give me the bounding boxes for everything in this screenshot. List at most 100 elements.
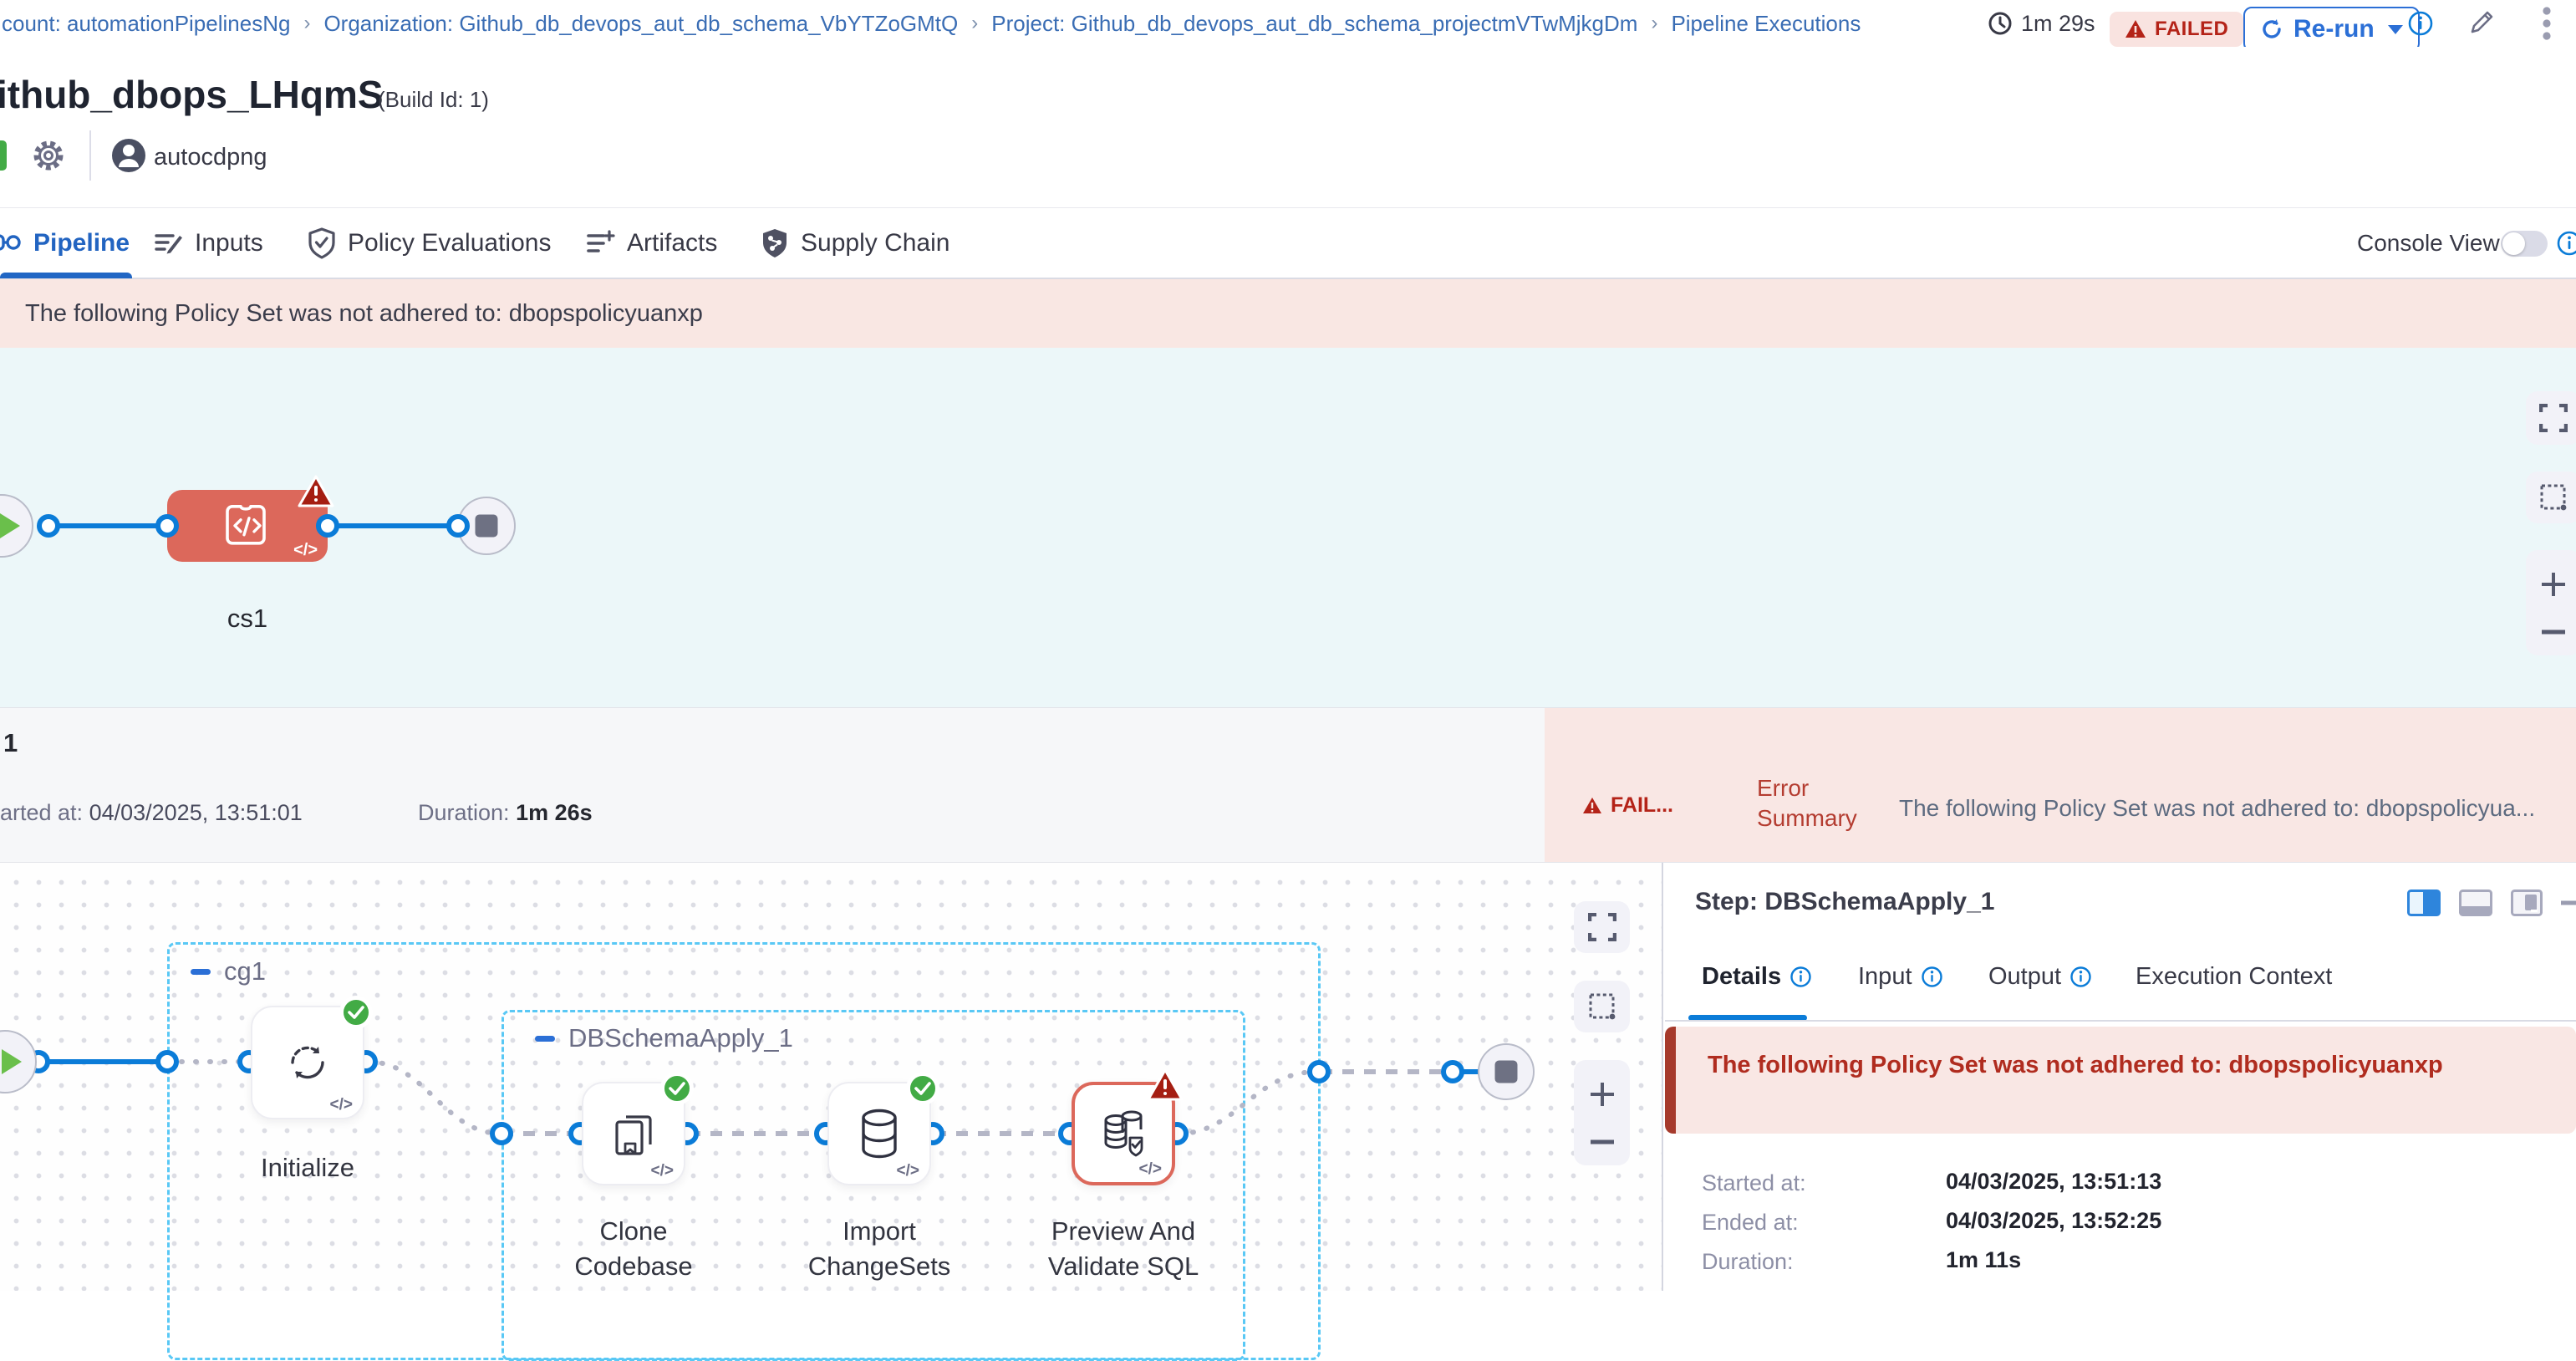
step-initialize[interactable]: </>	[251, 1006, 364, 1119]
top-header-bar: count: automationPipelinesNg › Organizat…	[0, 0, 2576, 47]
divider	[89, 130, 91, 181]
elapsed-time: 1m 29s	[1988, 0, 2095, 47]
connector-dot	[155, 514, 179, 538]
tab-policy-evaluations[interactable]: Policy Evaluations	[308, 208, 551, 278]
refresh-icon	[2260, 18, 2283, 41]
step-label-clone-codebase[interactable]: Clone Codebase	[550, 1214, 717, 1284]
execution-end-node	[1478, 1043, 1535, 1100]
tab-supply-chain[interactable]: Supply Chain	[761, 208, 949, 278]
avatar	[110, 137, 147, 174]
stage-graph-canvas[interactable]: </> cs1	[0, 348, 2576, 707]
clone-codebase-icon	[609, 1109, 658, 1159]
connector-line	[47, 523, 171, 528]
canvas-zoom-controls[interactable]	[2526, 550, 2576, 655]
panel-layout-controls	[2407, 889, 2576, 916]
tab-input[interactable]: Input	[1858, 963, 1943, 991]
stage-node-label[interactable]: cs1	[164, 604, 331, 634]
stage-name[interactable]: 1	[3, 728, 18, 758]
tab-artifacts-label: Artifacts	[627, 229, 717, 257]
detail-row-value: 04/03/2025, 13:51:13	[1946, 1169, 2161, 1195]
play-icon	[2, 1049, 22, 1074]
stage-duration: Duration: 1m 26s	[418, 800, 593, 826]
success-check-badge	[660, 1072, 694, 1105]
status-strip	[0, 140, 7, 171]
tab-supply-chain-label: Supply Chain	[801, 229, 949, 257]
panel-minimize-icon[interactable]	[2561, 900, 2576, 905]
execution-tabs: Pipeline Inputs Policy Evaluations Artif…	[0, 207, 2576, 279]
tab-output[interactable]: Output	[1988, 963, 2092, 991]
stage-error-strip: FAIL... Error Summary The following Poli…	[1545, 708, 2576, 862]
console-view-label: Console View	[2357, 208, 2500, 278]
build-id: (Build Id: 1)	[378, 87, 489, 113]
rerun-button[interactable]: Re-run	[2243, 7, 2420, 52]
duration-value: 1m 26s	[516, 800, 593, 825]
database-icon	[856, 1108, 903, 1160]
code-glyph: </>	[293, 541, 318, 560]
step-label-initialize[interactable]: Initialize	[224, 1150, 391, 1185]
divider	[1665, 1020, 2576, 1022]
console-view-toggle[interactable]	[2501, 231, 2548, 257]
layout-right-panel-icon[interactable]	[2407, 889, 2441, 916]
step-import-changesets[interactable]: </>	[827, 1082, 931, 1185]
tab-pipeline[interactable]: Pipeline	[0, 208, 130, 278]
canvas-marquee-select-button[interactable]	[2526, 472, 2576, 523]
chevron-down-icon	[2388, 25, 2403, 34]
step-error-box: The following Policy Set was not adhered…	[1665, 1027, 2576, 1134]
tab-execution-context-label: Execution Context	[2136, 963, 2332, 991]
failed-warning-icon	[298, 475, 334, 508]
breadcrumb-project[interactable]: Project: Github_db_devops_aut_db_schema_…	[991, 11, 1637, 37]
policy-banner-message: The following Policy Set was not adhered…	[25, 300, 703, 328]
supply-chain-shield-icon	[761, 227, 789, 259]
execution-info-icon[interactable]	[2407, 0, 2434, 47]
code-glyph: </>	[651, 1162, 674, 1180]
stage-node-cs1[interactable]: </>	[167, 490, 328, 562]
step-clone-codebase[interactable]: </>	[582, 1082, 685, 1185]
detail-row-label: Started at:	[1702, 1170, 1806, 1196]
success-check-badge	[906, 1072, 939, 1105]
breadcrumb-pipeline-executions[interactable]: Pipeline Executions	[1671, 11, 1861, 37]
zoom-out-icon	[2542, 630, 2565, 635]
pipeline-icon	[0, 229, 22, 257]
tab-execution-context[interactable]: Execution Context	[2136, 963, 2332, 991]
step-error-message: The following Policy Set was not adhered…	[1708, 1052, 2443, 1079]
detail-row-value: 04/03/2025, 13:52:25	[1946, 1208, 2161, 1234]
title-section: ithub_dbops_LHqmS (Build Id: 1) autocdpn…	[0, 47, 2576, 207]
tab-input-label: Input	[1858, 963, 1912, 991]
clock-icon	[1988, 11, 2013, 36]
artifacts-list-icon	[585, 229, 615, 257]
breadcrumb-account[interactable]: count: automationPipelinesNg	[2, 11, 290, 37]
detail-row-value: 1m 11s	[1946, 1247, 2021, 1273]
breadcrumb-separator-icon: ›	[1651, 12, 1657, 35]
initialize-refresh-icon	[282, 1037, 333, 1088]
tab-artifacts[interactable]: Artifacts	[585, 208, 717, 278]
error-summary-text: The following Policy Set was not adhered…	[1899, 795, 2576, 822]
elapsed-value: 1m 29s	[2021, 11, 2095, 37]
tab-inputs[interactable]: Inputs	[153, 208, 263, 278]
stop-icon	[1495, 1061, 1518, 1083]
gear-icon[interactable]	[30, 137, 67, 174]
tab-details[interactable]: Details	[1702, 963, 1812, 991]
custom-stage-icon	[221, 500, 274, 550]
breadcrumb-organization[interactable]: Organization: Github_db_devops_aut_db_sc…	[323, 11, 958, 37]
info-icon	[1921, 966, 1943, 988]
duration-label: Duration:	[418, 800, 510, 825]
more-options-kebab-icon[interactable]	[2541, 0, 2553, 47]
edit-pipeline-icon[interactable]	[2464, 0, 2497, 47]
code-glyph: </>	[1139, 1160, 1162, 1179]
canvas-fullscreen-button[interactable]	[2526, 391, 2576, 445]
rerun-label: Re-run	[2293, 15, 2375, 43]
step-label-preview-validate-sql[interactable]: Preview And Validate SQL	[1023, 1214, 1224, 1284]
execution-graph-canvas[interactable]: cg1 DBSchemaApply_1	[0, 863, 1663, 1291]
warning-triangle-icon	[1582, 797, 1602, 815]
console-view-info-icon[interactable]	[2556, 230, 2576, 257]
stage-summary-bar: 1 arted at: 04/03/2025, 13:51:01 Duratio…	[0, 707, 2576, 863]
detail-row-label: Duration:	[1702, 1249, 1794, 1275]
step-preview-validate-sql[interactable]: </>	[1072, 1082, 1175, 1185]
started-label: arted at:	[0, 800, 83, 825]
active-tab-underline	[0, 273, 132, 278]
detail-row-label: Ended at:	[1702, 1210, 1799, 1236]
layout-bottom-panel-icon[interactable]	[2459, 889, 2492, 916]
layout-floating-panel-icon[interactable]	[2511, 889, 2543, 916]
step-label-import-changesets[interactable]: Import ChangeSets	[796, 1214, 963, 1284]
started-value: 04/03/2025, 13:51:01	[89, 800, 303, 825]
